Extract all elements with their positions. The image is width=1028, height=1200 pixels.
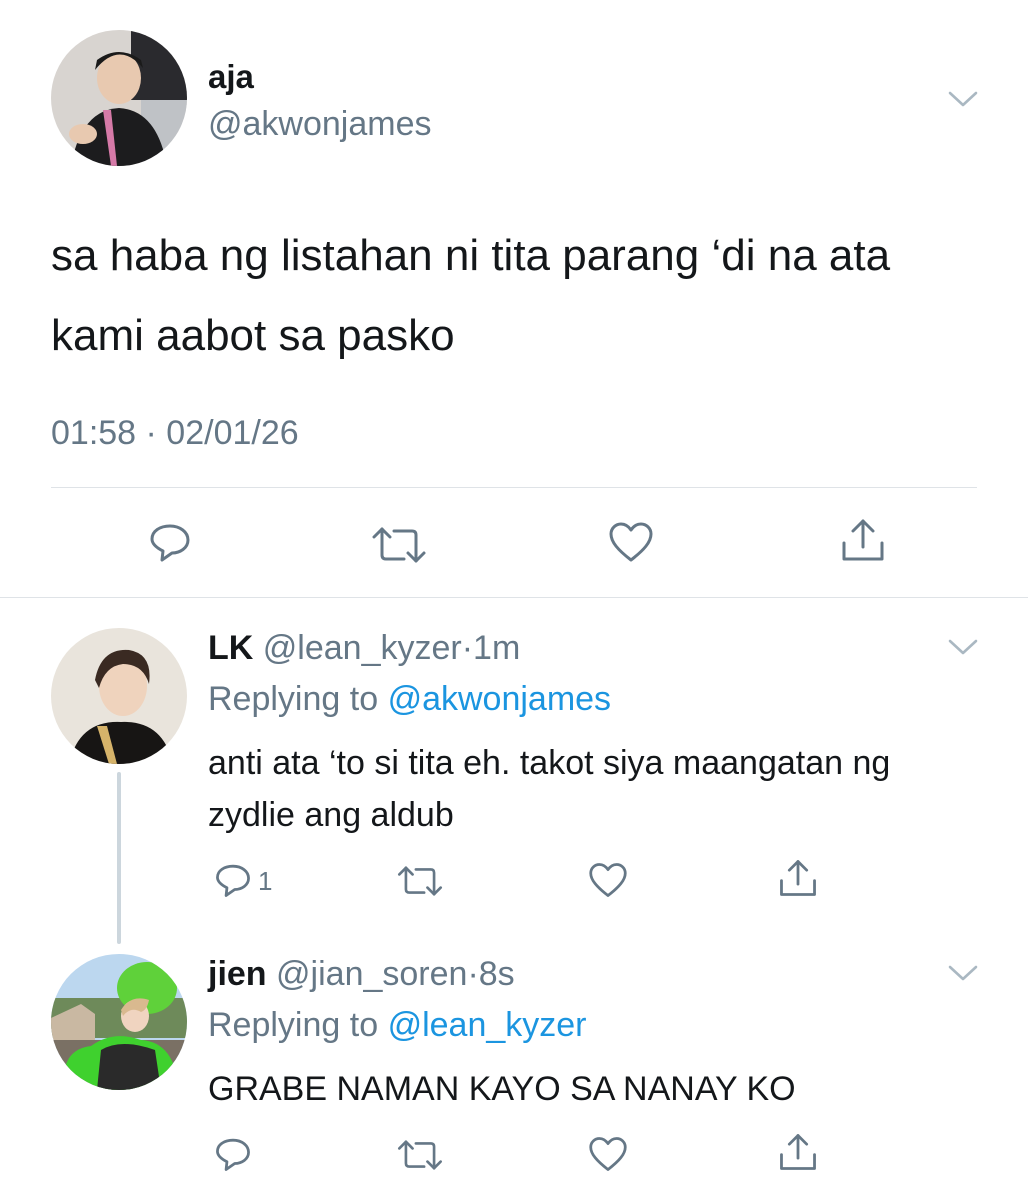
retweet-icon[interactable]: [396, 1138, 444, 1172]
separator: ·: [461, 629, 474, 667]
reply-icon[interactable]: [214, 861, 252, 899]
share-icon[interactable]: [778, 1132, 818, 1172]
reply-count: 1: [258, 866, 273, 896]
like-icon[interactable]: [588, 1135, 628, 1173]
replying-to-link[interactable]: @lean_kyzer: [388, 1006, 587, 1044]
share-icon[interactable]: [778, 858, 818, 898]
chevron-down-icon[interactable]: [946, 88, 980, 110]
reply-text: anti ata ‘to si tita eh. takot siya maan…: [208, 744, 891, 834]
reply-icon[interactable]: [214, 1135, 252, 1173]
display-name[interactable]: LK: [208, 629, 253, 667]
reply-header: LK @lean_kyzer·1m: [208, 628, 520, 668]
replying-prefix: Replying to: [208, 1006, 379, 1044]
tweet-text: sa haba ng listahan ni tita parang ‘di n…: [51, 231, 891, 360]
reply-icon[interactable]: [148, 520, 192, 564]
main-tweet-avatar[interactable]: [51, 30, 187, 166]
chevron-down-icon[interactable]: [946, 636, 980, 658]
like-icon[interactable]: [588, 861, 628, 899]
tweet-age: 1m: [473, 629, 521, 667]
reply-text: GRABE NAMAN KAYO SA NANAY KO: [208, 1070, 796, 1108]
display-name[interactable]: jien: [208, 955, 267, 993]
like-icon[interactable]: [608, 520, 654, 564]
user-handle[interactable]: @lean_kyzer: [263, 629, 462, 667]
retweet-icon[interactable]: [370, 525, 428, 565]
replying-to: Replying to @akwonjames: [208, 679, 611, 719]
thread-line: [117, 772, 121, 944]
chevron-down-icon[interactable]: [946, 962, 980, 984]
share-icon[interactable]: [840, 517, 886, 563]
divider: [51, 487, 977, 488]
separator: ·: [467, 955, 479, 993]
tweet-timestamp: 01:58 · 02/01/26: [51, 414, 299, 452]
tweet-age: 8s: [478, 955, 515, 993]
display-name[interactable]: aja: [208, 58, 254, 96]
section-divider: [0, 597, 1028, 598]
retweet-icon[interactable]: [396, 864, 444, 898]
reply-avatar[interactable]: [51, 628, 187, 764]
replying-to: Replying to @lean_kyzer: [208, 1005, 587, 1045]
replying-prefix: Replying to: [208, 680, 379, 718]
reply-avatar[interactable]: [51, 954, 187, 1090]
reply-header: jien @jian_soren·8s: [208, 954, 515, 994]
replying-to-link[interactable]: @akwonjames: [388, 680, 612, 718]
user-handle[interactable]: @akwonjames: [208, 104, 432, 144]
user-handle[interactable]: @jian_soren: [276, 955, 467, 993]
